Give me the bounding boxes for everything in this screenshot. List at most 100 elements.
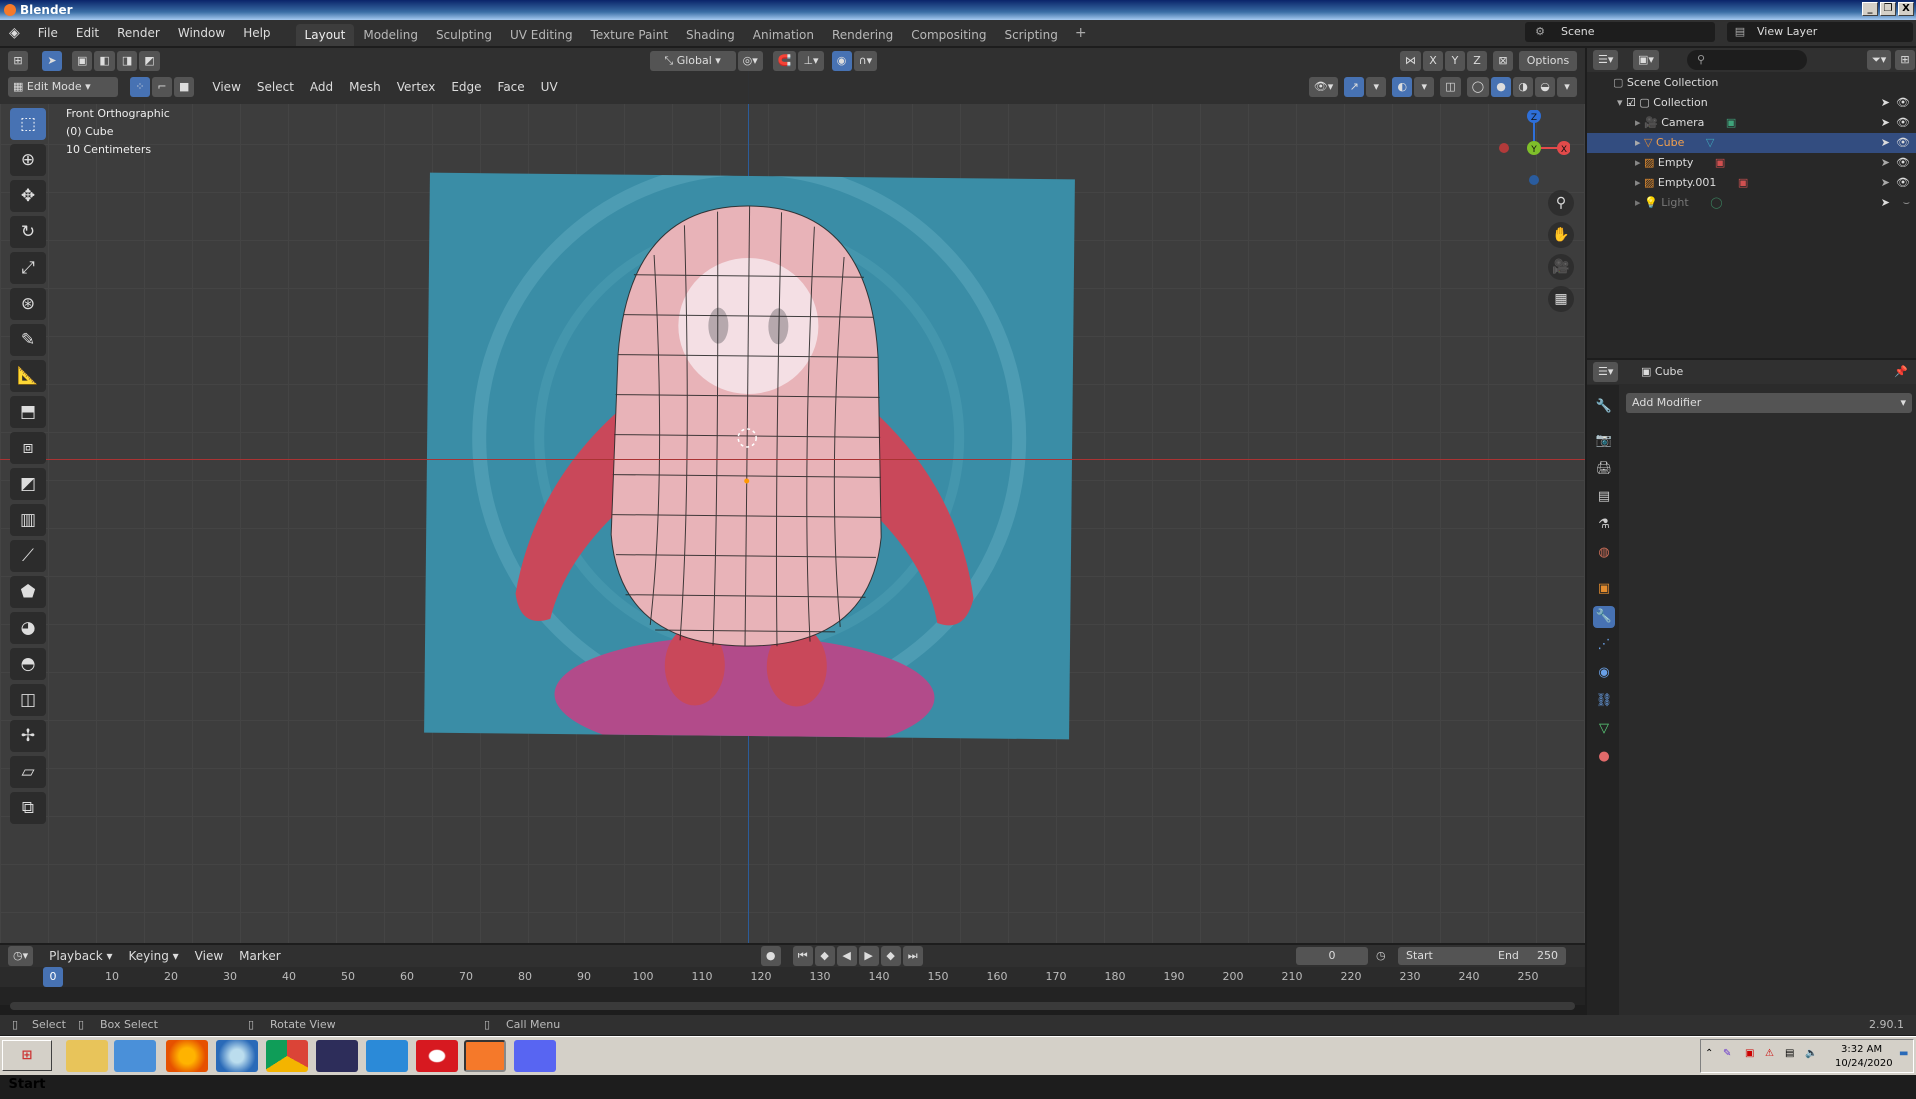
clock-time[interactable]: 3:32 AM <box>1841 1044 1882 1055</box>
volume-icon[interactable]: 🔈 <box>1805 1048 1817 1059</box>
empty-001-eye-icon[interactable]: 👁 <box>1896 173 1910 193</box>
jump-start-icon[interactable]: ⏮ <box>792 946 813 966</box>
collection-selectable-icon[interactable]: ➤ <box>1881 93 1890 113</box>
menu-edit[interactable]: Edit <box>67 20 108 46</box>
tab-compositing[interactable]: Compositing <box>902 24 995 46</box>
network-icon[interactable]: ▤ <box>1785 1048 1794 1059</box>
bevel-tool-icon[interactable]: ◩ <box>10 468 46 500</box>
spin-tool-icon[interactable]: ◕ <box>10 612 46 644</box>
firefox-icon[interactable] <box>166 1040 208 1072</box>
chrome-icon[interactable] <box>266 1040 308 1072</box>
tab-layout[interactable]: Layout <box>295 24 355 46</box>
xray-toggle-icon[interactable]: ◫ <box>1440 77 1461 97</box>
expand-arrow-icon[interactable]: ▸ <box>1635 136 1644 149</box>
mirror-icon[interactable]: ⋈ <box>1400 51 1421 71</box>
tray-app-icon[interactable]: ▣ <box>1745 1048 1754 1059</box>
loop-cut-tool-icon[interactable]: ▥ <box>10 504 46 536</box>
transform-tool-icon[interactable]: ⊛ <box>10 288 46 320</box>
shrink-fatten-tool-icon[interactable]: ✢ <box>10 720 46 752</box>
world-tab-icon[interactable]: ◍ <box>1593 542 1615 564</box>
close-button[interactable]: X <box>1898 2 1914 16</box>
ortho-grid-icon[interactable]: ▦ <box>1548 286 1574 312</box>
inset-tool-icon[interactable]: ⧈ <box>10 432 46 464</box>
gizmo-dropdown-icon[interactable]: ▾ <box>1366 77 1387 97</box>
particles-tab-icon[interactable]: ⋰ <box>1593 634 1615 656</box>
select-tool-icon[interactable]: ➤ <box>42 51 62 71</box>
tab-scripting[interactable]: Scripting <box>995 24 1066 46</box>
pan-hand-icon[interactable]: ✋ <box>1548 222 1574 248</box>
editor-type-icon[interactable]: ⊞ <box>8 51 28 71</box>
empty-eye-icon[interactable]: 👁 <box>1896 153 1910 173</box>
browser-icon[interactable] <box>216 1040 258 1072</box>
camera-selectable-icon[interactable]: ➤ <box>1881 113 1890 133</box>
outliner-row-cube[interactable]: ▸ ▽ Cube ▽ ➤ 👁 <box>1587 133 1916 153</box>
timeline-scrollbar[interactable] <box>10 1002 1575 1010</box>
start-button[interactable]: ⊞ Start <box>2 1040 52 1092</box>
add-modifier-dropdown[interactable]: Add Modifier ▾ <box>1626 393 1912 413</box>
rip-tool-icon[interactable]: ⧉ <box>10 792 46 824</box>
camera-eye-icon[interactable]: 👁 <box>1896 113 1910 133</box>
face-select-icon[interactable]: ■ <box>174 77 195 97</box>
rendered-shading-icon[interactable]: ◒ <box>1535 77 1555 97</box>
expand-arrow-icon[interactable]: ▸ <box>1635 196 1644 209</box>
tab-texture-paint[interactable]: Texture Paint <box>582 24 677 46</box>
proportional-editing-icon[interactable]: ◉ <box>831 51 852 71</box>
select-box-tool-icon[interactable]: ⬚ <box>10 108 46 140</box>
material-tab-icon[interactable]: ● <box>1593 746 1615 768</box>
media-player-icon[interactable] <box>114 1040 156 1072</box>
mode-dropdown[interactable]: ▦ Edit Mode ▾ <box>8 77 118 97</box>
outliner-row-empty[interactable]: ▸ ▨ Empty ▣ ➤ 👁 <box>1587 153 1916 173</box>
overlay-dropdown-icon[interactable]: ▾ <box>1414 77 1435 97</box>
add-workspace-icon[interactable]: + <box>1067 25 1095 41</box>
timeline-menu-marker[interactable]: Marker <box>231 949 288 963</box>
maximize-button[interactable]: ❐ <box>1880 2 1896 16</box>
discord-icon[interactable] <box>514 1040 556 1072</box>
smooth-tool-icon[interactable]: ◓ <box>10 648 46 680</box>
wps-writer-icon[interactable] <box>366 1040 408 1072</box>
scene-selector[interactable]: ⚙ Scene <box>1525 22 1715 42</box>
viewport-menu-select[interactable]: Select <box>249 80 302 94</box>
timeline-menu-keying[interactable]: Keying ▾ <box>121 949 187 963</box>
outliner-row-camera[interactable]: ▸ 🎥 Camera ▣ ➤ 👁 <box>1587 113 1916 133</box>
shear-tool-icon[interactable]: ▱ <box>10 756 46 788</box>
gizmo-toggle-icon[interactable]: ↗ <box>1344 77 1365 97</box>
view-layer-tab-icon[interactable]: ▤ <box>1593 486 1615 508</box>
render-tab-icon[interactable]: 📷 <box>1593 430 1615 452</box>
scale-tool-icon[interactable]: ⤢ <box>10 252 46 284</box>
prev-keyframe-icon[interactable]: ◆ <box>814 946 835 966</box>
record-icon[interactable]: ● <box>760 946 781 966</box>
zoom-icon[interactable]: ⚲ <box>1548 190 1574 216</box>
blender-taskbar-icon[interactable] <box>464 1040 506 1072</box>
auto-merge-icon[interactable]: ⊠ <box>1493 51 1513 71</box>
modifier-tab-icon[interactable]: 🔧 <box>1593 606 1615 628</box>
properties-editor-type-icon[interactable]: ☰▾ <box>1593 362 1619 382</box>
outliner-row-scene-collection[interactable]: ▢ Scene Collection <box>1587 73 1916 93</box>
navigation-gizmo[interactable]: Z X Y <box>1480 109 1571 190</box>
play-icon[interactable]: ▶ <box>858 946 879 966</box>
new-collection-icon[interactable]: ⊞ <box>1895 50 1915 70</box>
notification-icon[interactable]: ▬ <box>1899 1048 1908 1059</box>
timeline-menu-playback[interactable]: Playback ▾ <box>41 949 120 963</box>
outliner-row-collection[interactable]: ▾ ☑ ▢ Collection ➤ 👁 <box>1587 93 1916 113</box>
outliner-search-input[interactable]: ⚲ <box>1687 50 1807 70</box>
select-mode-subtract-icon[interactable]: ◨ <box>116 51 138 71</box>
tray-pen-icon[interactable]: ✎ <box>1723 1048 1731 1059</box>
annotate-tool-icon[interactable]: ✎ <box>10 324 46 356</box>
display-mode-icon[interactable]: ▣▾ <box>1633 50 1659 70</box>
expand-arrow-icon[interactable]: ▸ <box>1635 156 1644 169</box>
timeline-editor-type-icon[interactable]: ◷▾ <box>8 946 34 966</box>
material-shading-icon[interactable]: ◑ <box>1513 77 1533 97</box>
tray-alert-icon[interactable]: ⚠ <box>1765 1048 1774 1059</box>
minimize-button[interactable]: _ <box>1862 2 1878 16</box>
outliner-editor-type-icon[interactable]: ☰▾ <box>1593 50 1619 70</box>
select-mode-invert-icon[interactable]: ◩ <box>139 51 160 71</box>
edge-select-icon[interactable]: ⌐ <box>152 77 172 97</box>
expand-arrow-icon[interactable]: ▸ <box>1635 116 1644 129</box>
light-selectable-icon[interactable]: ➤ <box>1881 193 1890 213</box>
next-keyframe-icon[interactable]: ◆ <box>880 946 901 966</box>
play-reverse-icon[interactable]: ◀ <box>836 946 857 966</box>
snap-target-icon[interactable]: ⊥▾ <box>798 51 824 71</box>
mirror-x-toggle[interactable]: X <box>1423 51 1443 71</box>
solid-shading-icon[interactable]: ● <box>1491 77 1511 97</box>
camera-view-icon[interactable]: 🎥 <box>1548 254 1574 280</box>
